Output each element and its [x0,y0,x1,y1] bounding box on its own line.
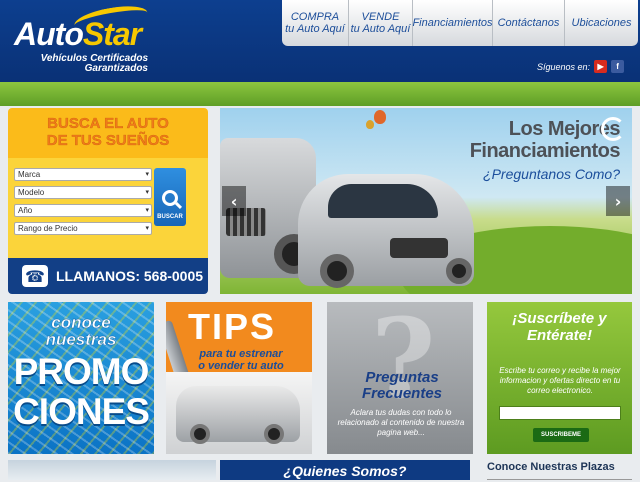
select-rango-precio[interactable]: Rango de Precio ▾ [14,222,152,235]
balloon-icon [374,110,386,124]
hero-slider[interactable]: Los Mejores Financiamientos ¿Preguntanos… [220,108,632,294]
slider-next-button[interactable]: › [606,186,630,216]
car-search-panel: BUSCA EL AUTO DE TUS SUEÑOS Marca ▾ Model… [8,108,208,294]
loading-spinner-icon [601,117,625,141]
suscribete-body: Escribe tu correo y recibe la mejor info… [499,366,621,395]
phone-bar: ☎ LLAMANOS: 568-0005 [8,258,208,294]
hero-subtitle: ¿Preguntanos Como? [483,166,620,182]
preguntas-frecuentes-tile[interactable]: ? Preguntas Frecuentes Aclara tus dudas … [327,302,473,454]
search-title: BUSCA EL AUTO DE TUS SUEÑOS [8,108,208,158]
preguntas-body: Aclara tus dudas con todo lo relacionado… [337,408,465,437]
chevron-down-icon: ▾ [145,225,149,232]
chevron-down-icon: ▾ [145,171,149,178]
bottom-left-image [8,460,216,480]
logo-wordmark: AutoStar [14,16,142,52]
question-mark-icon: ? [371,302,436,423]
tips-subtitle: para tu estrenar o vender tu auto [198,348,284,372]
suscribete-tile: ¡Suscríbete y Entérate! Escribe tu corre… [487,302,632,454]
car-image [176,386,300,444]
promociones-title: PROMO CIONES [13,351,150,432]
promociones-tile[interactable]: conoce nuestras PROMO CIONES [8,302,154,454]
preguntas-title: Preguntas Frecuentes [361,369,443,402]
telephone-icon: ☎ [22,265,48,287]
tips-tile[interactable]: TIPS para tu estrenar o vender tu auto [166,302,312,454]
main-nav: COMPRA tu Auto Aquí VENDE tu Auto Aquí Fin… [282,0,638,46]
promociones-subtitle: conoce nuestras [45,313,117,349]
follow-label: Síguenos en: [537,61,591,72]
phone-number: LLAMANOS: 568-0005 [56,268,204,284]
tips-title: TIPS [188,306,277,347]
facebook-icon[interactable]: f [611,60,625,73]
youtube-icon[interactable]: ▶ [594,60,608,73]
plazas-heading: Conoce Nuestras Plazas [487,460,632,480]
social-follow: Síguenos en: ▶ f [537,60,625,73]
select-marca[interactable]: Marca ▾ [14,168,152,181]
email-input[interactable] [499,406,621,420]
search-icon [162,190,178,206]
quienes-somos-banner[interactable]: ¿Quienes Somos? [220,460,470,480]
balloon-icon [366,120,374,129]
select-anio[interactable]: Año ▾ [14,204,152,217]
nav-compra[interactable]: COMPRA tu Auto Aquí [282,0,348,46]
select-modelo[interactable]: Modelo ▾ [14,186,152,199]
nav-financiamientos[interactable]: Financiamientos [412,0,493,46]
autostar-logo[interactable]: AutoStar Vehículos Certificados Garantiz… [14,1,154,74]
chevron-down-icon: ▾ [145,189,149,196]
suscribete-title: ¡Suscríbete y Entérate! [512,310,607,344]
buscar-button[interactable]: BUSCAR [154,168,186,226]
nav-contactanos[interactable]: Contáctanos [492,0,564,46]
nav-ubicaciones[interactable]: Ubicaciones [564,0,638,46]
chevron-down-icon: ▾ [145,207,149,214]
nav-vende[interactable]: VENDE tu Auto Aquí [348,0,412,46]
logo-tagline: Vehículos Certificados Garantizados [40,53,148,74]
hero-title: Los Mejores Financiamientos [469,118,621,162]
slider-prev-button[interactable]: ‹ [222,186,246,216]
suscribeme-button[interactable]: SUSCRIBEME [533,428,589,442]
green-divider-bar [0,82,640,106]
sedan-image [298,174,474,288]
site-header: AutoStar Vehículos Certificados Garantiz… [0,0,640,82]
